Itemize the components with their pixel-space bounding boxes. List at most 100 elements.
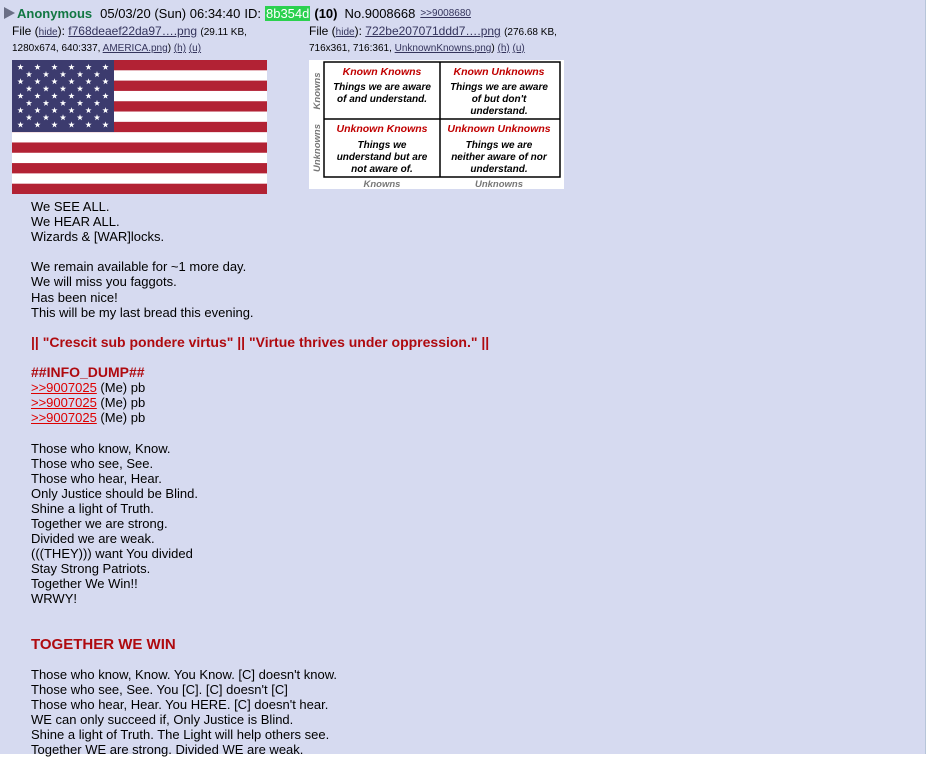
known-unknowns-thumbnail[interactable]: Known Knowns Things we are aware of and … [309,60,564,189]
file-info-2: File (hide): 722be207071ddd7….png (276.6… [309,23,557,41]
message-text: (Me) pb [96,410,146,426]
message-text: WRWY! [31,591,77,607]
message-text: Those who know, Know. [31,440,171,456]
message-text: WE can only succeed if, Only Justice is … [31,712,294,728]
file-orig-name-link[interactable]: UnknownKnowns.png [395,43,492,54]
file-info-1: File (hide): f768deaef22da97….png (29.11… [12,23,247,41]
message-line: Those who know, Know. You Know. [C] does… [31,667,911,682]
unknown-unknowns-line-1: Things we are [466,140,533,151]
message-text: Has been nice! [31,289,118,305]
message-line: Shine a light of Truth. The Light will h… [31,727,911,742]
message-text: We remain available for ~1 more day. [31,259,247,275]
flag-thumbnail[interactable] [12,60,267,194]
emphasis-line: || "Crescit sub pondere virtus" || "Virt… [31,333,911,350]
row-label-top: Knowns [312,73,323,110]
message-text: Those who see, See. You [C]. [C] doesn't… [31,682,288,697]
message-line [31,350,911,365]
file-meta-2: 716x361, 716:361, UnknownKnowns.png) (h)… [309,41,557,57]
message-line: Stay Strong Patriots. [31,561,911,576]
quote-link[interactable]: >>9007025 [31,410,97,425]
file-name-link[interactable]: f768deaef22da97….png [68,24,197,38]
col-label-right: Unknowns [475,179,523,189]
message-text: Together we are strong. [31,515,168,531]
message-text: || "Crescit sub pondere virtus" || "Virt… [31,333,490,350]
post-count: (10) [314,5,338,21]
h-link[interactable]: (h) [498,43,510,54]
message-line: Together we are strong. [31,516,911,531]
message-line: Those who hear, Hear. You HERE. [C] does… [31,697,911,712]
message-line: Divided we are weak. [31,531,911,546]
known-knowns-title: Known Knowns [343,66,422,78]
message-line: Shine a light of Truth. [31,501,911,516]
u-link[interactable]: (u) [513,43,525,54]
post-datetime: 05/03/20 (Sun) 06:34:40 [100,5,241,21]
unknown-unknowns-title: Unknown Unknowns [447,123,550,135]
file-mid: ): [57,24,65,38]
message-line: Together We Win!! [31,576,911,591]
message-text: Together We Win!! [31,576,138,592]
file-close: ) [167,43,172,54]
message-text: Only Justice should be Blind. [31,485,198,501]
message-line [31,425,911,440]
known-knowns-line-1: Things we are aware [333,82,431,93]
emphasis-line: ##INFO_DUMP## [31,364,911,380]
file-name-link[interactable]: 722be207071ddd7….png [365,24,500,38]
h-link[interactable]: (h) [174,43,186,54]
message-text: Those who hear, Hear. [31,470,162,486]
message-text: Those who see, See. [31,455,154,471]
file-dims: 1280x674, 640:337, [12,43,101,54]
message-text: This will be my last bread this evening. [31,304,254,320]
hide-link[interactable]: hide [336,27,355,38]
message-text: Shine a light of Truth. [31,500,154,516]
message-line [31,652,911,667]
message-line: Those who know, Know. [31,441,911,456]
message-line: This will be my last bread this evening. [31,305,911,320]
message-line: We HEAR ALL. [31,214,911,229]
post-menu-icon[interactable] [4,7,15,19]
quote-line: >>9007025 (Me) pb [31,395,911,410]
unknown-knowns-line-1: Things we [358,140,407,151]
file-size: (276.68 KB, [504,27,557,38]
message-line: We will miss you faggots. [31,274,911,289]
u-link[interactable]: (u) [189,43,201,54]
file-size: (29.11 KB, [200,27,247,38]
flag-stripe [12,142,267,154]
backlink[interactable]: >>9008680 [420,8,471,19]
message-line: WRWY! [31,591,911,606]
quote-link[interactable]: >>9007025 [31,380,97,395]
poster-name: Anonymous [17,5,93,21]
message-line: Wizards & [WAR]locks. [31,229,911,244]
message-text: We HEAR ALL. [31,214,120,230]
file-prefix: File ( [12,24,39,38]
row-label-bottom: Unknowns [312,124,323,172]
message-text: Shine a light of Truth. The Light will h… [31,727,330,743]
known-unknowns-line-3: understand. [470,106,527,117]
message-line [31,320,911,335]
message-text: TOGETHER WE WIN [31,635,176,653]
hide-link[interactable]: hide [39,27,58,38]
message-text: Stay Strong Patriots. [31,561,151,577]
message-line: Those who see, See. You [C]. [C] doesn't… [31,682,911,697]
poster-id-badge[interactable]: 8b354d [264,5,311,21]
known-unknowns-line-1: Things we are aware [450,82,548,93]
flag-stripe [12,173,267,184]
quote-line: >>9007025 (Me) pb [31,380,911,395]
file-dims: 716x361, 716:361, [309,43,392,54]
quote-link[interactable]: >>9007025 [31,395,97,410]
unknown-knowns-title: Unknown Knowns [337,123,428,135]
message-line: We remain available for ~1 more day. [31,259,911,274]
col-label-left: Knowns [364,179,401,189]
unknown-knowns-line-2: understand but are [337,152,428,163]
message-line: Only Justice should be Blind. [31,486,911,501]
file-orig-name-link[interactable]: AMERICA.png [103,43,168,54]
file-block-1: File (hide): f768deaef22da97….png (29.11… [12,23,247,57]
post-number-link[interactable]: No.9008668 [345,6,416,21]
file-block-2: File (hide): 722be207071ddd7….png (276.6… [309,23,557,57]
message-text: (Me) pb [96,380,146,396]
message-line [31,244,911,259]
message-text: Those who know, Know. You Know. [C] does… [31,666,338,682]
message-text: Together WE are strong. Divided WE are w… [31,742,304,757]
post-container: Anonymous 05/03/20 (Sun) 06:34:40 ID: 8b… [0,0,926,757]
message-line: Together WE are strong. Divided WE are w… [31,742,911,757]
file-close: ) [491,43,495,54]
